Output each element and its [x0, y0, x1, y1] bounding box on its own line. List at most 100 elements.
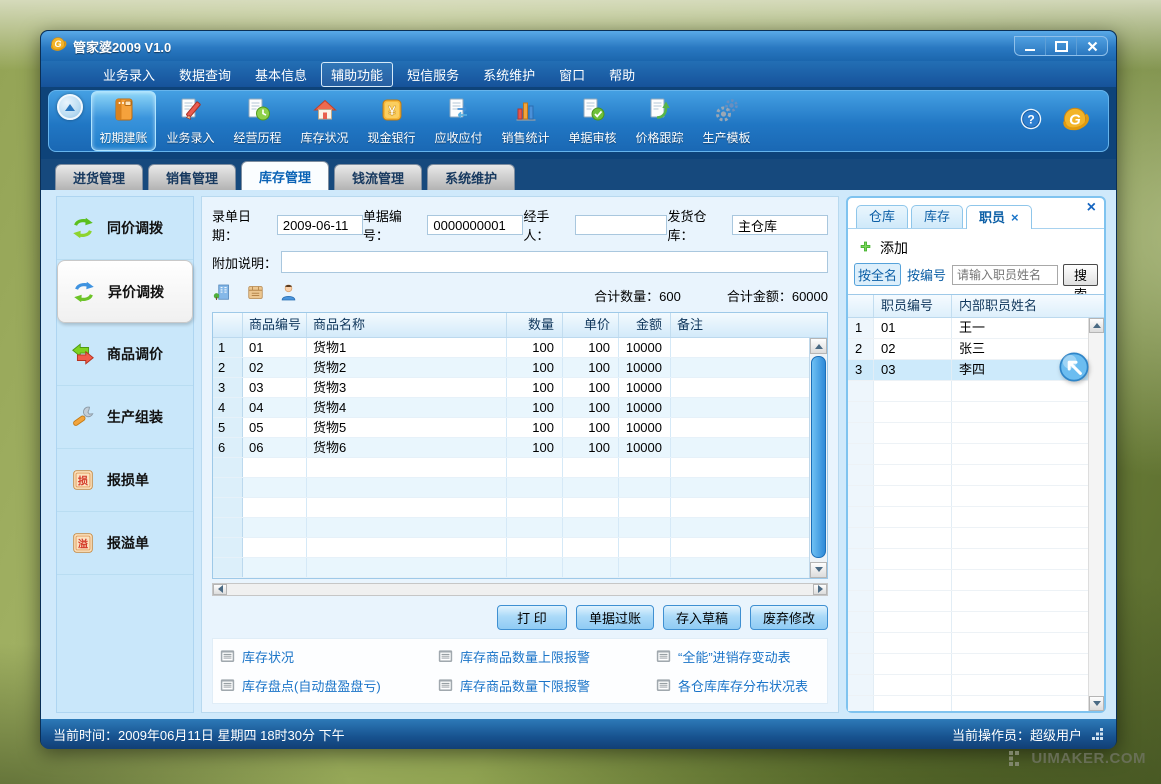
action-button-单据过账[interactable]: 单据过账 [576, 605, 654, 630]
panel-tab-仓库[interactable]: 仓库 [856, 205, 908, 228]
sidebar-item-生产组装[interactable]: 生产组装 [57, 386, 193, 449]
table-vertical-scrollbar[interactable] [809, 338, 827, 578]
scroll-left-button[interactable] [213, 584, 227, 595]
sidebar-item-异价调拨[interactable]: 异价调拨 [57, 260, 193, 323]
form-input-2[interactable] [575, 215, 667, 235]
toolbar-item-价格跟踪[interactable]: 价格跟踪 [627, 91, 692, 151]
panel-tab-职员[interactable]: 职员× [966, 205, 1032, 229]
employee-row-empty[interactable] [848, 570, 1089, 591]
form-input-0[interactable] [277, 215, 363, 235]
report-link-库存盘点(自动盘盈盘亏)[interactable]: 库存盘点(自动盘盈盘亏) [219, 676, 437, 695]
employee-row-empty[interactable] [848, 675, 1089, 696]
table-row-3[interactable]: 303货物310010010000 [213, 378, 810, 398]
scroll-down-button[interactable] [1089, 696, 1104, 711]
table-row-empty[interactable] [213, 538, 810, 558]
employee-row-empty[interactable] [848, 612, 1089, 633]
employee-row-empty[interactable] [848, 486, 1089, 507]
employee-row-empty[interactable] [848, 402, 1089, 423]
table-row-2[interactable]: 202货物210010010000 [213, 358, 810, 378]
toolbar-item-库存状况[interactable]: 库存状况 [292, 91, 357, 151]
menu-item-辅助功能[interactable]: 辅助功能 [321, 62, 393, 87]
form-input-3[interactable] [732, 215, 828, 235]
toolbar-item-生产模板[interactable]: 生产模板 [694, 91, 759, 151]
employee-row-empty[interactable] [848, 465, 1089, 486]
tab-库存管理[interactable]: 库存管理 [241, 161, 329, 190]
employee-row-empty[interactable] [848, 423, 1089, 444]
report-link-库存商品数量下限报警[interactable]: 库存商品数量下限报警 [437, 676, 655, 695]
scrollbar-thumb[interactable] [811, 356, 826, 558]
sidebar-item-商品调价[interactable]: 商品调价 [57, 323, 193, 386]
sidebar-item-同价调拨[interactable]: 同价调拨 [57, 197, 193, 260]
scroll-down-button[interactable] [810, 562, 827, 578]
scroll-right-button[interactable] [813, 584, 827, 595]
action-button-打印[interactable]: 打 印 [497, 605, 567, 630]
employee-row-empty[interactable] [848, 381, 1089, 402]
tab-钱流管理[interactable]: 钱流管理 [334, 164, 422, 190]
employee-row-empty[interactable] [848, 444, 1089, 465]
menu-item-数据查询[interactable]: 数据查询 [169, 62, 241, 87]
table-horizontal-scrollbar[interactable] [212, 583, 828, 596]
toolbar-item-单据审核[interactable]: 单据审核 [560, 91, 625, 151]
scroll-up-button[interactable] [1089, 318, 1104, 333]
warehouse-icon[interactable] [212, 282, 233, 308]
employee-search-input[interactable] [952, 265, 1058, 285]
toolbar-item-经营历程[interactable]: 经营历程 [225, 91, 290, 151]
note-input[interactable] [281, 251, 828, 273]
toolbar-item-初期建账[interactable]: 初期建账 [91, 91, 156, 151]
resize-grip[interactable] [1092, 728, 1104, 740]
table-row-1[interactable]: 101货物110010010000 [213, 338, 810, 358]
employee-row-王一[interactable]: 101王一 [848, 318, 1089, 339]
employee-row-empty[interactable] [848, 654, 1089, 675]
tab-系统维护[interactable]: 系统维护 [427, 164, 515, 190]
employee-row-empty[interactable] [848, 528, 1089, 549]
table-row-4[interactable]: 404货物410010010000 [213, 398, 810, 418]
action-button-存入草稿[interactable]: 存入草稿 [663, 605, 741, 630]
menu-item-基本信息[interactable]: 基本信息 [245, 62, 317, 87]
goods-icon[interactable] [245, 282, 266, 308]
employee-row-empty[interactable] [848, 696, 1089, 711]
employee-row-empty[interactable] [848, 633, 1089, 654]
filter-by-name[interactable]: 按全名 [854, 263, 901, 286]
table-row-empty[interactable] [213, 458, 810, 478]
close-button[interactable] [1077, 37, 1107, 55]
employee-row-empty[interactable] [848, 591, 1089, 612]
maximize-button[interactable] [1046, 37, 1077, 55]
toolbar-item-应收应付[interactable]: 应收应付 [426, 91, 491, 151]
employee-icon[interactable] [278, 282, 299, 308]
table-row-6[interactable]: 606货物610010010000 [213, 438, 810, 458]
search-button[interactable]: 搜索 [1063, 264, 1098, 286]
toolbar-item-现金银行[interactable]: ¥现金银行 [359, 91, 424, 151]
panel-vertical-scrollbar[interactable] [1088, 318, 1104, 711]
table-row-5[interactable]: 505货物510010010000 [213, 418, 810, 438]
tab-进货管理[interactable]: 进货管理 [55, 164, 143, 190]
menu-item-系统维护[interactable]: 系统维护 [473, 62, 545, 87]
report-link-各仓库库存分布状况表[interactable]: 各仓库库存分布状况表 [655, 676, 821, 695]
employee-row-empty[interactable] [848, 507, 1089, 528]
menu-item-业务录入[interactable]: 业务录入 [93, 62, 165, 87]
employee-row-李四[interactable]: 303李四 [848, 360, 1089, 381]
menu-item-窗口[interactable]: 窗口 [549, 62, 595, 87]
report-link-库存商品数量上限报警[interactable]: 库存商品数量上限报警 [437, 647, 655, 666]
minimize-button[interactable] [1015, 37, 1046, 55]
table-row-empty[interactable] [213, 498, 810, 518]
employee-row-empty[interactable] [848, 549, 1089, 570]
add-row[interactable]: 添加 [848, 229, 1104, 263]
toolbar-item-销售统计[interactable]: 销售统计 [493, 91, 558, 151]
help-icon[interactable]: ? [1018, 106, 1044, 137]
toolbar-item-业务录入[interactable]: 业务录入 [158, 91, 223, 151]
tab-销售管理[interactable]: 销售管理 [148, 164, 236, 190]
action-button-废弃修改[interactable]: 废弃修改 [750, 605, 828, 630]
employee-row-张三[interactable]: 202张三 [848, 339, 1089, 360]
panel-tab-库存[interactable]: 库存 [911, 205, 963, 228]
sidebar-item-报溢单[interactable]: 溢报溢单 [57, 512, 193, 575]
table-row-empty[interactable] [213, 558, 810, 578]
table-row-empty[interactable] [213, 478, 810, 498]
sidebar-item-报损单[interactable]: 损报损单 [57, 449, 193, 512]
report-link-“全能”进销存变动表[interactable]: “全能”进销存变动表 [655, 647, 821, 666]
table-row-empty[interactable] [213, 518, 810, 538]
menu-item-短信服务[interactable]: 短信服务 [397, 62, 469, 87]
scroll-up-button[interactable] [810, 338, 827, 354]
tab-close-icon[interactable]: × [1011, 207, 1019, 229]
menu-item-帮助[interactable]: 帮助 [599, 62, 645, 87]
report-link-库存状况[interactable]: 库存状况 [219, 647, 437, 666]
